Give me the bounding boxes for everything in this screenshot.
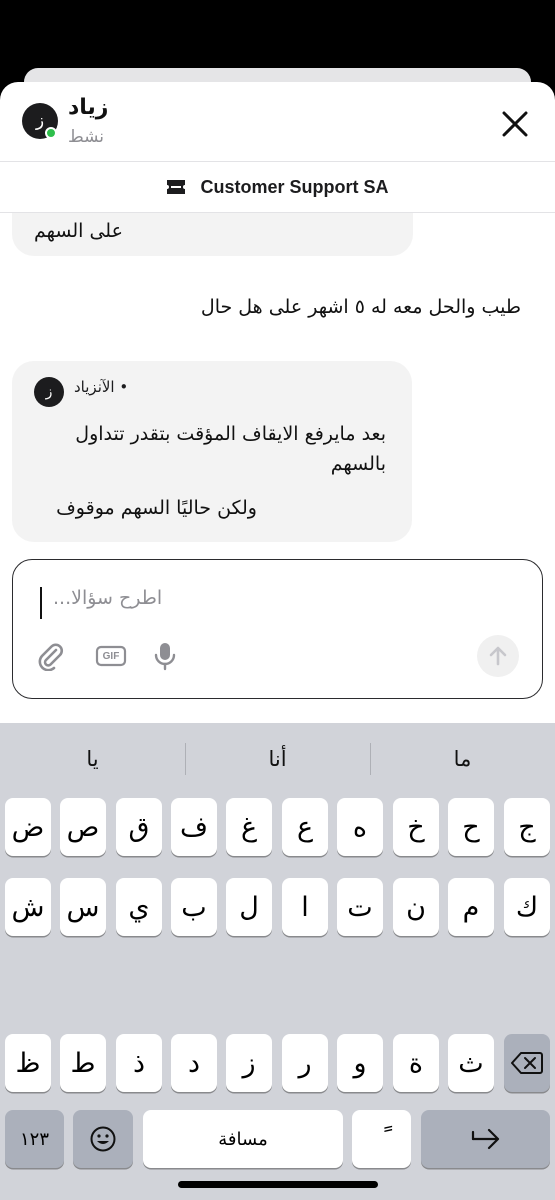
key[interactable]: ن: [393, 878, 439, 936]
key[interactable]: ض: [5, 798, 51, 856]
key[interactable]: ر: [282, 1034, 328, 1092]
avatar-initial: ز: [35, 111, 45, 131]
key[interactable]: س: [60, 878, 106, 936]
diacritic-key[interactable]: ً: [352, 1110, 411, 1168]
delete-key[interactable]: [504, 1034, 550, 1092]
key[interactable]: ة: [393, 1034, 439, 1092]
key[interactable]: ك: [504, 878, 550, 936]
send-button[interactable]: [477, 635, 519, 677]
paperclip-icon: [38, 643, 63, 671]
gif-label: GIF: [102, 650, 120, 662]
keyboard: ما أنا يا ج ح خ ه ع غ ف ق ص ض ك م ن ت ا …: [0, 723, 555, 1200]
emoji-key[interactable]: [73, 1110, 133, 1168]
suggestion-divider: [185, 743, 186, 775]
key[interactable]: ا: [282, 878, 328, 936]
key[interactable]: ج: [504, 798, 550, 856]
agent-message-bubble: ز • الآنزياد بعد مايرفع الايقاف المؤقت ب…: [12, 361, 412, 542]
key[interactable]: ظ: [5, 1034, 51, 1092]
suggestion[interactable]: أنا: [185, 723, 370, 795]
key[interactable]: د: [171, 1034, 217, 1092]
numbers-key[interactable]: ١٢٣: [5, 1110, 64, 1168]
key[interactable]: ص: [60, 798, 106, 856]
key[interactable]: ث: [448, 1034, 494, 1092]
avatar-initial: ز: [45, 384, 53, 400]
key[interactable]: ع: [282, 798, 328, 856]
arrow-up-icon: [489, 646, 507, 666]
attach-button[interactable]: [35, 640, 67, 672]
suggestion[interactable]: يا: [0, 723, 185, 795]
delete-icon: [511, 1052, 543, 1074]
key[interactable]: ق: [116, 798, 162, 856]
key[interactable]: ه: [337, 798, 383, 856]
return-arrow-icon: [471, 1128, 499, 1150]
key[interactable]: ي: [116, 878, 162, 936]
suggestion[interactable]: ما: [370, 723, 555, 795]
key[interactable]: ح: [448, 798, 494, 856]
microphone-icon: [154, 643, 176, 671]
agent-message-bubble: على السهم: [12, 213, 413, 256]
message-list[interactable]: على السهم طيب والحل معه له ٥ اشهر على هل…: [0, 213, 555, 553]
key[interactable]: ت: [337, 878, 383, 936]
contact-name: زياد: [68, 95, 109, 120]
close-icon: [502, 111, 528, 137]
suggestion-bar: ما أنا يا: [0, 723, 555, 795]
return-key[interactable]: [421, 1110, 550, 1168]
space-key[interactable]: مسافة: [143, 1110, 343, 1168]
key[interactable]: ب: [171, 878, 217, 936]
emoji-icon: [90, 1126, 116, 1152]
contact-status: نشط: [68, 127, 105, 147]
voice-button[interactable]: [149, 640, 181, 672]
online-status-dot: [45, 127, 57, 139]
key[interactable]: ذ: [116, 1034, 162, 1092]
message-meta: • الآنزياد: [74, 378, 129, 396]
channel-bar: Customer Support SA: [0, 162, 555, 212]
channel-label: Customer Support SA: [200, 176, 389, 197]
message-text: بعد مايرفع الايقاف المؤقت بتقدر تتداول ب…: [75, 423, 386, 475]
key[interactable]: ز: [226, 1034, 272, 1092]
close-button[interactable]: [497, 106, 533, 142]
user-message: طيب والحل معه له ٥ اشهر على هل حال: [200, 296, 521, 318]
agent-avatar: ز: [34, 377, 64, 407]
key[interactable]: خ: [393, 798, 439, 856]
message-text: على السهم: [34, 220, 123, 242]
gif-button[interactable]: GIF: [93, 640, 129, 672]
key[interactable]: ف: [171, 798, 217, 856]
key[interactable]: ل: [226, 878, 272, 936]
composer-placeholder: اطرح سؤالا...: [53, 587, 163, 609]
ticket-icon: [167, 180, 186, 194]
chat-header: ز زياد نشط: [0, 82, 555, 161]
message-composer[interactable]: اطرح سؤالا... GIF: [12, 559, 543, 699]
home-indicator[interactable]: [178, 1181, 378, 1188]
key[interactable]: ش: [5, 878, 51, 936]
key[interactable]: غ: [226, 798, 272, 856]
suggestion-divider: [370, 743, 371, 775]
key[interactable]: ط: [60, 1034, 106, 1092]
message-text: ولكن حاليًا السهم موقوف: [56, 497, 257, 519]
key[interactable]: م: [448, 878, 494, 936]
text-caret: [40, 587, 42, 619]
chat-sheet: ز زياد نشط Customer Support SA على السهم…: [0, 82, 555, 1200]
key[interactable]: و: [337, 1034, 383, 1092]
